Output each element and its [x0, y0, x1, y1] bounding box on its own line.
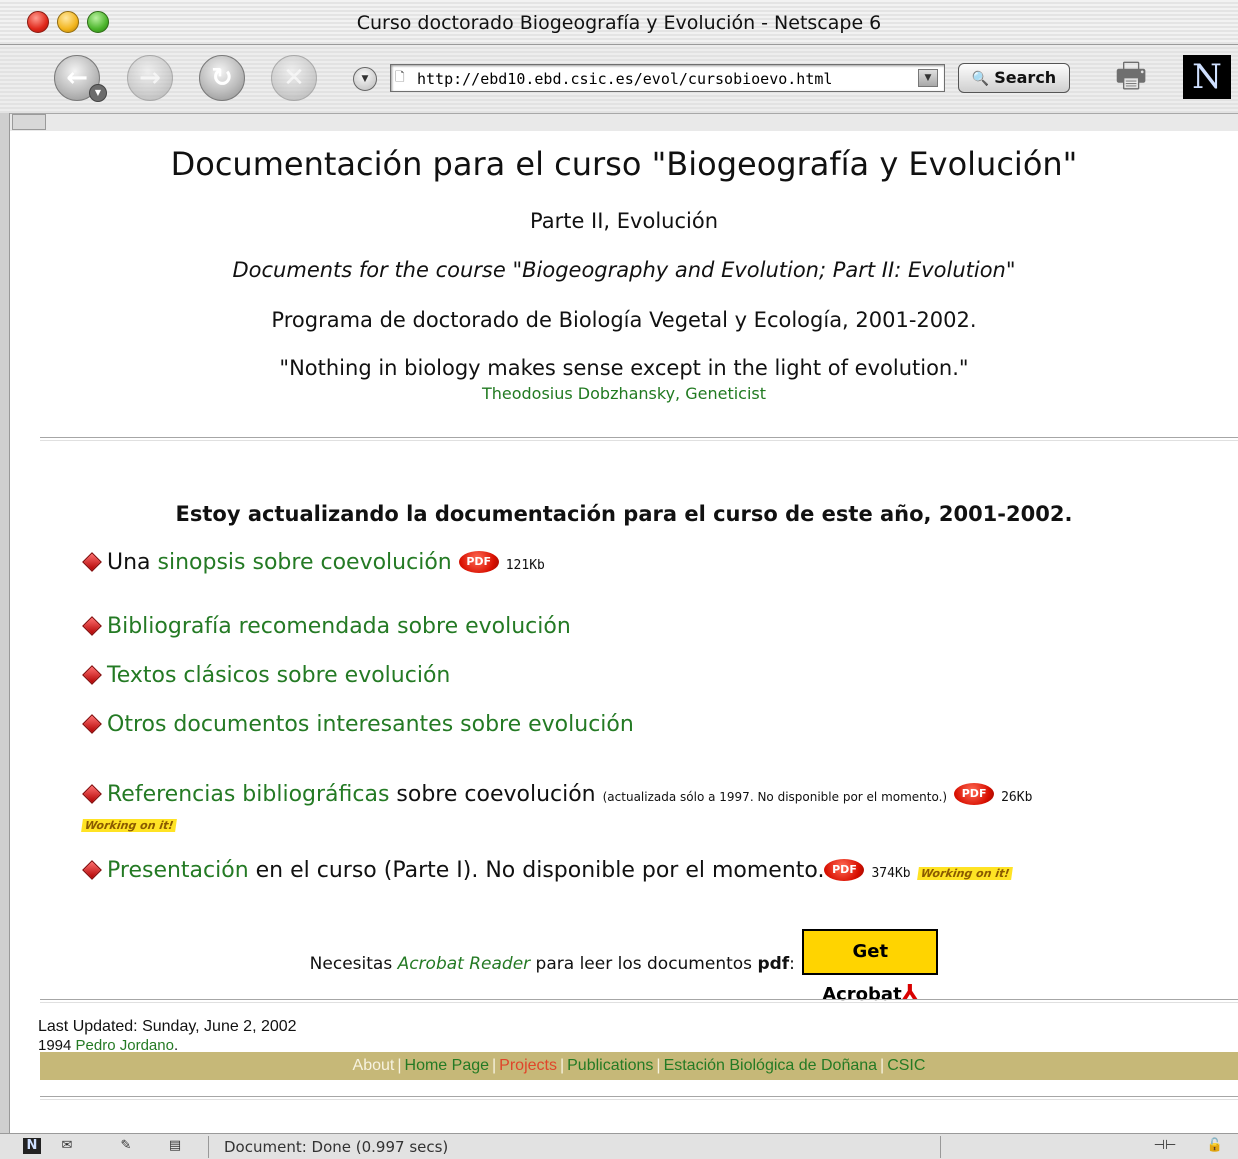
list-item-otros: Otros documentos interesantes sobre evol…: [82, 712, 634, 737]
bullet-icon: [82, 615, 102, 636]
footer-nav: About | Home Page | Projects | Publications | Es…: [40, 1052, 1238, 1080]
pdf-icon[interactable]: PDF: [824, 859, 865, 881]
list-item-referencias: Referencias bibliográficas sobre coevolu…: [82, 782, 1032, 807]
nav-estacion[interactable]: Estación Biológica de Doñana: [664, 1057, 877, 1074]
acrobat-text: Necesitas: [309, 954, 398, 974]
back-button[interactable]: ← ▼: [54, 55, 107, 102]
stop-icon: ✕: [283, 63, 305, 93]
pdf-bold-text: pdf: [757, 954, 790, 974]
status-divider: [940, 1136, 941, 1158]
working-on-it-badge: Working on it!: [81, 819, 178, 832]
list-item-bibliografia: Bibliografía recomendada sobre evolución: [82, 614, 571, 639]
update-notice: Estoy actualizando la documentación para…: [175, 502, 1073, 526]
print-icon[interactable]: 🖶: [1105, 56, 1157, 96]
program-line: Programa de doctorado de Biología Vegeta…: [271, 308, 977, 332]
browser-window: Curso doctorado Biogeografía y Evolución…: [0, 0, 1238, 1159]
divider: [40, 1096, 1238, 1100]
file-size: 121Kb: [505, 558, 545, 573]
address-book-icon[interactable]: ▤: [166, 1138, 184, 1154]
item-text: en el curso (Parte I). No disponible por…: [248, 858, 825, 883]
nav-projects[interactable]: Projects: [499, 1057, 557, 1074]
bullet-icon: [82, 713, 102, 734]
bullet-icon: [82, 859, 102, 880]
get-acrobat-button[interactable]: Get Acrobat⅄: [802, 929, 939, 1006]
pdf-icon[interactable]: PDF: [458, 551, 499, 573]
search-button[interactable]: 🔍 Search: [958, 63, 1070, 93]
english-subtitle: Documents for the course "Biogeography a…: [232, 258, 1016, 282]
page-title: Documentación para el curso "Biogeografí…: [170, 145, 1078, 183]
item-note: (actualizada sólo a 1997. No disponible …: [602, 790, 948, 804]
url-dropdown-icon[interactable]: ▼: [918, 69, 938, 87]
list-item-textos: Textos clásicos sobre evolución: [82, 663, 450, 688]
window-title: Curso doctorado Biogeografía y Evolución…: [356, 12, 882, 34]
search-button-label: Search: [994, 68, 1057, 87]
back-arrow-icon: ←: [66, 63, 88, 93]
back-history-dropdown-icon[interactable]: ▼: [89, 84, 107, 102]
nav-publications[interactable]: Publications: [567, 1057, 653, 1074]
status-bar: N ✉ ✎ ▤ Document: Done (0.997 secs) ⊣⊢ 🔓: [0, 1133, 1238, 1159]
list-item-presentacion: Presentación en el curso (Parte I). No d…: [82, 858, 1013, 883]
status-divider: [208, 1136, 209, 1158]
toolbar-grippy[interactable]: [12, 114, 46, 130]
sinopsis-link[interactable]: sinopsis sobre coevolución: [158, 550, 452, 575]
file-size: 374Kb: [871, 866, 911, 881]
stop-button[interactable]: ✕: [271, 55, 317, 101]
search-icon: 🔍: [971, 71, 990, 87]
working-on-it-badge: Working on it!: [916, 867, 1013, 880]
pdf-icon[interactable]: PDF: [954, 783, 995, 805]
page-subtitle: Parte II, Evolución: [529, 209, 718, 233]
bullet-icon: [82, 664, 102, 685]
list-item-sinopsis: Una sinopsis sobre coevolución PDF 121Kb: [82, 550, 545, 575]
status-text: Document: Done (0.997 secs): [224, 1138, 449, 1156]
textos-link[interactable]: Textos clásicos sobre evolución: [107, 663, 450, 688]
quote-author-link[interactable]: Theodosius Dobzhansky, Geneticist: [10, 384, 1238, 403]
acrobat-text-mid: para leer los documentos: [530, 954, 758, 974]
item-text: sobre coevolución: [389, 782, 603, 807]
nav-about[interactable]: About: [353, 1057, 395, 1074]
url-input[interactable]: http://ebd10.ebd.csic.es/evol/cursobioev…: [417, 70, 832, 88]
nav-separator: |: [559, 1057, 565, 1074]
presentacion-link[interactable]: Presentación: [107, 858, 249, 883]
nav-separator: |: [397, 1057, 402, 1074]
nav-separator: |: [880, 1057, 885, 1074]
nav-csic[interactable]: CSIC: [887, 1057, 925, 1074]
acrobat-colon: :: [789, 954, 795, 974]
quote: "Nothing in biology makes sense except i…: [279, 356, 969, 380]
netscape-small-icon[interactable]: N: [23, 1138, 41, 1154]
sidebar-splitter[interactable]: [0, 113, 10, 1133]
title-bar[interactable]: Curso doctorado Biogeografía y Evolución…: [0, 0, 1238, 45]
get-acrobat-label: Get Acrobat: [822, 941, 902, 1005]
otros-link[interactable]: Otros documentos interesantes sobre evol…: [107, 712, 634, 737]
file-size: 26Kb: [1001, 790, 1033, 805]
acrobat-reader-link[interactable]: Acrobat Reader: [398, 954, 531, 974]
bibliografia-link[interactable]: Bibliografía recomendada sobre evolución: [107, 614, 571, 639]
acrobat-line: Necesitas Acrobat Reader para leer los d…: [10, 929, 1238, 1006]
referencias-link[interactable]: Referencias bibliográficas: [107, 782, 389, 807]
online-status-icon[interactable]: ⊣⊢: [1150, 1138, 1180, 1154]
forward-arrow-icon: →: [139, 63, 161, 93]
divider: [40, 437, 1238, 441]
security-lock-icon[interactable]: 🔓: [1206, 1138, 1224, 1154]
working-badge-row: Working on it!: [81, 810, 178, 835]
nav-separator: |: [656, 1057, 661, 1074]
page-content: Documentación para el curso "Biogeografí…: [10, 131, 1238, 1133]
last-updated: Last Updated: Sunday, June 2, 2002: [38, 1018, 297, 1035]
composer-icon[interactable]: ✎: [117, 1138, 135, 1154]
bullet-icon: [82, 551, 102, 572]
nav-separator: |: [492, 1057, 497, 1074]
bullet-icon: [82, 783, 102, 804]
reload-button[interactable]: ↻: [199, 55, 245, 101]
item-text: Una: [107, 550, 158, 575]
mail-icon[interactable]: ✉: [58, 1138, 76, 1154]
url-bar[interactable]: 🗋 http://ebd10.ebd.csic.es/evol/cursobio…: [390, 64, 945, 92]
nav-home[interactable]: Home Page: [405, 1057, 490, 1074]
reload-icon: ↻: [211, 63, 233, 93]
netscape-logo-icon[interactable]: N: [1183, 55, 1231, 99]
url-history-dropdown-icon[interactable]: ▼: [353, 67, 377, 91]
page-icon: 🗋: [395, 70, 405, 84]
forward-button[interactable]: →: [127, 55, 173, 101]
divider: [40, 999, 1238, 1003]
